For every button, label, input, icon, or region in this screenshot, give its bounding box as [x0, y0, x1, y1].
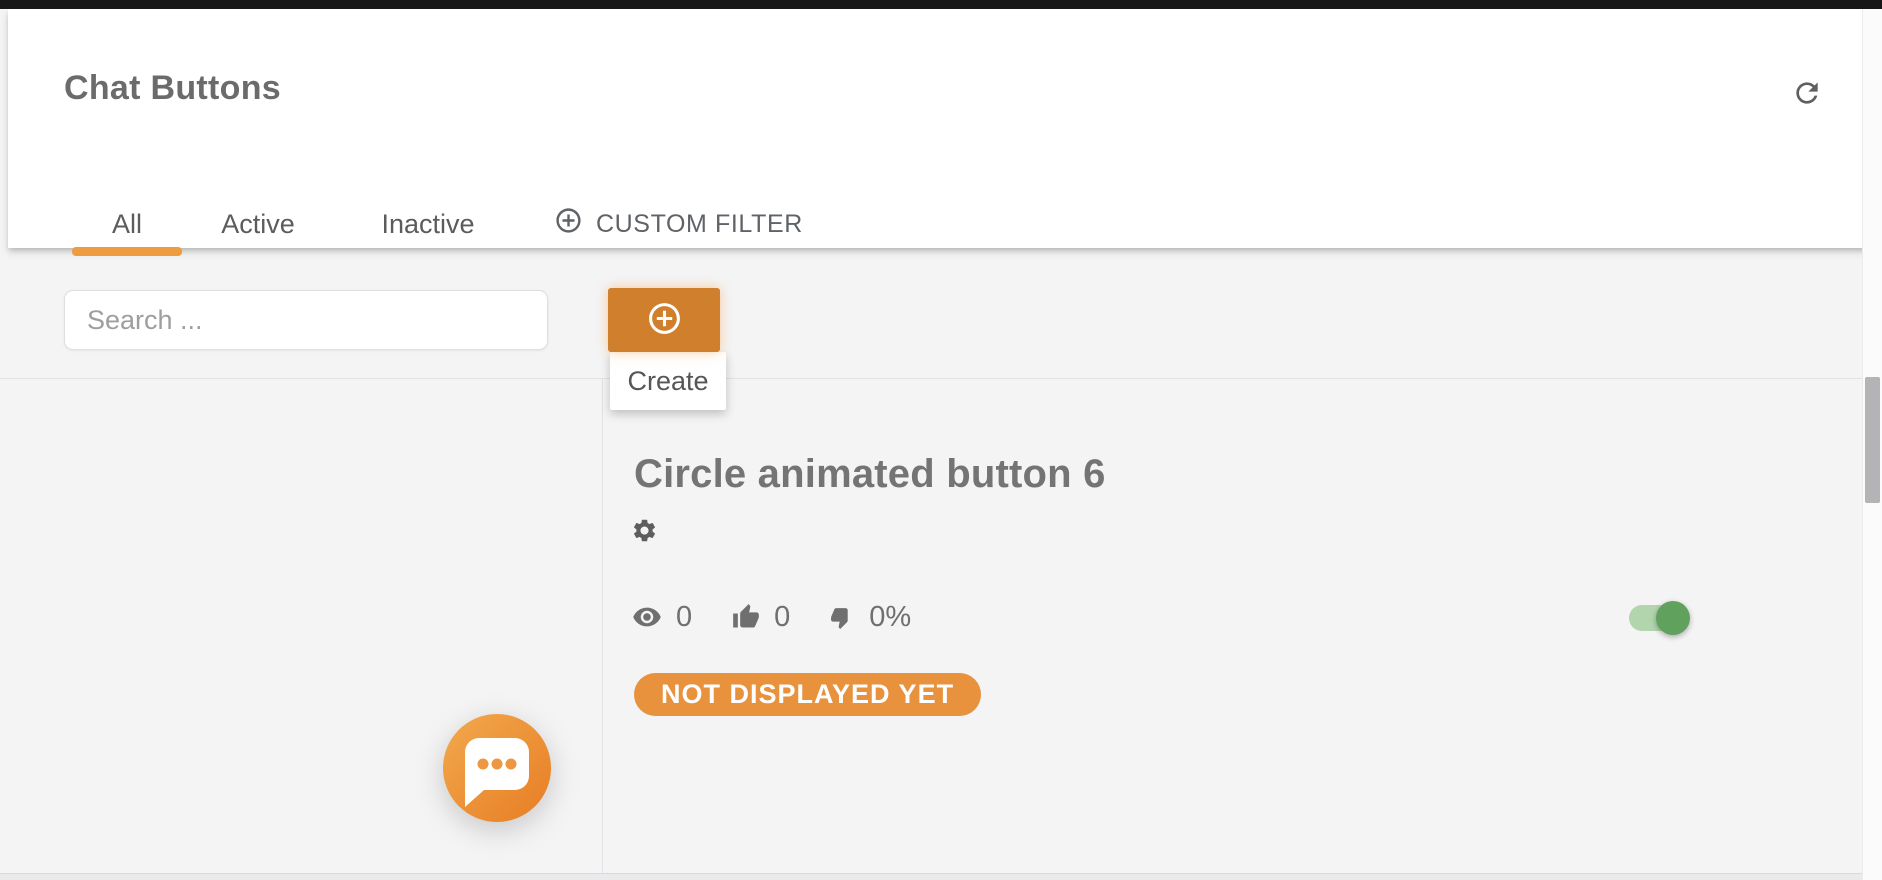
- tab-all[interactable]: All: [72, 201, 182, 247]
- thumb-down-icon: [830, 605, 855, 630]
- likes-stat: 0: [732, 601, 790, 634]
- plus-circle-icon: [554, 206, 583, 242]
- status-badge: NOT DISPLAYED YET: [634, 673, 981, 716]
- chat-buttons-screen: Chat Buttons All Active Inactive CUSTOM …: [0, 0, 1882, 880]
- toolbar-divider: [0, 378, 1862, 379]
- scrollbar-track[interactable]: [1862, 9, 1882, 880]
- refresh-icon: [1791, 77, 1823, 112]
- custom-filter-label: CUSTOM FILTER: [596, 210, 803, 239]
- item-title: Circle animated button 6: [634, 452, 1106, 497]
- settings-button[interactable]: [626, 514, 662, 550]
- chat-bubble-icon: [432, 821, 562, 836]
- refresh-button[interactable]: [1784, 71, 1830, 117]
- panel-divider: [602, 378, 603, 873]
- plus-circle-icon: [646, 300, 683, 340]
- views-stat: 0: [632, 601, 692, 634]
- active-tab-indicator: [72, 247, 182, 256]
- gear-icon: [631, 517, 658, 547]
- scrollbar-thumb[interactable]: [1865, 377, 1880, 503]
- page-title: Chat Buttons: [64, 69, 281, 108]
- create-tooltip[interactable]: Create: [610, 352, 726, 410]
- thumb-up-icon: [732, 603, 760, 631]
- search-input[interactable]: [64, 290, 548, 350]
- likes-count: 0: [774, 601, 790, 634]
- rate-value: 0%: [869, 601, 911, 634]
- create-button[interactable]: [608, 288, 720, 352]
- toggle-knob: [1656, 601, 1690, 635]
- custom-filter-button[interactable]: CUSTOM FILTER: [554, 201, 803, 247]
- views-count: 0: [676, 601, 692, 634]
- top-strip: [0, 0, 1882, 9]
- tab-inactive[interactable]: Inactive: [358, 201, 498, 247]
- tab-active[interactable]: Active: [203, 201, 313, 247]
- eye-icon: [632, 602, 662, 632]
- stats-row: 0 0 0%: [632, 596, 951, 638]
- bottom-strip: [0, 873, 1862, 880]
- chat-button-preview[interactable]: [432, 703, 562, 833]
- active-toggle[interactable]: [1629, 605, 1687, 631]
- rate-stat: 0%: [830, 601, 911, 634]
- header: Chat Buttons All Active Inactive CUSTOM …: [8, 9, 1882, 248]
